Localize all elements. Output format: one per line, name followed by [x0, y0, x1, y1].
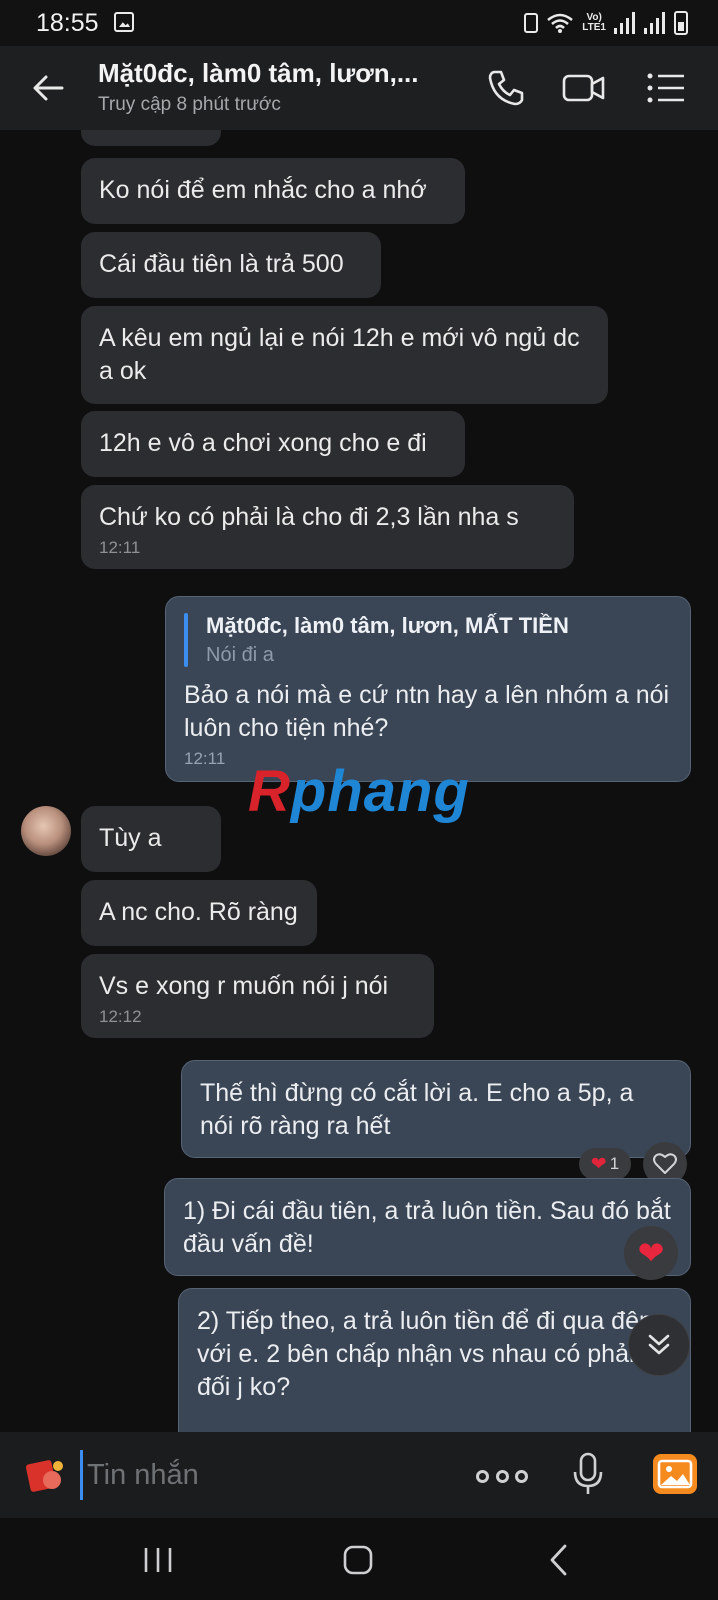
status-icons: Vo) LTE1: [524, 10, 688, 36]
message-bubble[interactable]: Thế thì đừng có cắt lời a. E cho a 5p, a…: [181, 1060, 691, 1158]
quoted-message[interactable]: Mặt0đc, làm0 tâm, lươn, MẤT TIỀN Nói đi …: [184, 611, 672, 669]
nfc-icon: [524, 13, 539, 33]
quoted-sender-name: Mặt0đc, làm0 tâm, lươn, MẤT TIỀN: [206, 613, 569, 638]
message-bubble[interactable]: Cái đầu tiên là trả 500: [81, 232, 381, 298]
microphone-icon[interactable]: [570, 1452, 606, 1496]
message-text: 2) Tiếp theo, a trả luôn tiền để đi qua …: [197, 1307, 660, 1401]
message-bubble-partial[interactable]: [81, 130, 221, 146]
dot-icon: [495, 1469, 509, 1483]
message-bubble[interactable]: Ko nói để em nhắc cho a nhớ: [81, 158, 465, 224]
message-bubble[interactable]: 2) Tiếp theo, a trả luôn tiền để đi qua …: [178, 1288, 691, 1432]
watermark-first: R: [248, 759, 291, 824]
message-time: 12:11: [99, 538, 141, 557]
message-text: 1) Đi cái đầu tiên, a trả luôn tiền. Sau…: [183, 1197, 671, 1258]
chat-title[interactable]: Mặt0đc, làm0 tâm, lươn,...: [98, 58, 419, 89]
home-icon[interactable]: [338, 1540, 378, 1580]
message-text: Tùy a: [99, 824, 162, 852]
chat-header: Mặt0đc, làm0 tâm, lươn,... Truy cập 8 ph…: [0, 46, 718, 130]
heart-icon: ❤: [590, 1153, 607, 1175]
watermark-rest: phang: [290, 759, 470, 824]
message-bubble[interactable]: 1) Đi cái đầu tiên, a trả luôn tiền. Sau…: [164, 1178, 691, 1276]
menu-list-icon[interactable]: [644, 66, 688, 110]
sticker-icon[interactable]: [24, 1454, 66, 1496]
battery-icon: [674, 11, 688, 35]
avatar[interactable]: [21, 806, 71, 856]
double-chevron-down-icon: [648, 1334, 670, 1355]
wifi-icon: [547, 13, 574, 33]
back-arrow-icon[interactable]: [28, 68, 68, 108]
reaction-summary[interactable]: ❤ 1: [579, 1148, 631, 1180]
lte-label: LTE1: [582, 22, 606, 33]
signal-2-icon: [644, 12, 666, 34]
more-options-button[interactable]: [476, 1456, 528, 1496]
image-icon: [657, 1459, 693, 1489]
dot-icon: [476, 1469, 489, 1483]
message-bubble[interactable]: Chứ ko có phải là cho đi 2,3 lần nha s 1…: [81, 485, 574, 569]
status-bar: 18:55 Vo) LTE1: [0, 0, 718, 46]
heart-reaction-icon[interactable]: ❤: [624, 1226, 678, 1280]
video-call-icon[interactable]: [562, 66, 606, 110]
message-bubble[interactable]: Tùy a: [81, 806, 221, 872]
last-seen-status: Truy cập 8 phút trước: [98, 94, 281, 115]
back-nav-icon[interactable]: [540, 1540, 580, 1580]
message-composer: [0, 1432, 718, 1518]
watermark-logo: Rphang: [248, 758, 470, 825]
message-time: 12:12: [99, 1007, 142, 1026]
system-nav-bar: [0, 1518, 718, 1600]
message-text: Cái đầu tiên là trả 500: [99, 250, 344, 278]
message-text: 12h e vô a chơi xong cho e đi: [99, 429, 427, 457]
heart-outline-icon: [653, 1153, 677, 1174]
message-bubble[interactable]: Vs e xong r muốn nói j nói 12:12: [81, 954, 434, 1038]
message-input[interactable]: [80, 1450, 440, 1500]
message-text: Vs e xong r muốn nói j nói: [99, 972, 389, 1000]
message-bubble[interactable]: 12h e vô a chơi xong cho e đi: [81, 411, 465, 477]
quoted-text: Nói đi a: [206, 644, 274, 666]
message-bubble[interactable]: A nc cho. Rõ ràng: [81, 880, 317, 946]
message-list[interactable]: Ko nói để em nhắc cho a nhớ Cái đầu tiên…: [0, 130, 718, 1432]
message-text: Ko nói để em nhắc cho a nhớ: [99, 176, 427, 204]
signal-icon: [614, 12, 636, 34]
message-text: Chứ ko có phải là cho đi 2,3 lần nha s: [99, 503, 519, 531]
scroll-to-bottom-button[interactable]: [628, 1314, 690, 1376]
gallery-notification-icon: [114, 12, 134, 32]
reaction-count: 1: [609, 1154, 620, 1173]
message-text: A nc cho. Rõ ràng: [99, 898, 298, 926]
message-bubble-reply[interactable]: Mặt0đc, làm0 tâm, lươn, MẤT TIỀN Nói đi …: [165, 596, 691, 782]
message-text: A kêu em ngủ lại e nói 12h e mới vô ngủ …: [99, 324, 580, 385]
phone-call-icon[interactable]: [484, 66, 528, 110]
gallery-button[interactable]: [653, 1454, 697, 1494]
dot-icon: [515, 1469, 528, 1483]
recent-apps-icon[interactable]: [138, 1540, 178, 1580]
volte-indicator: Vo) LTE1: [582, 13, 606, 33]
message-bubble[interactable]: A kêu em ngủ lại e nói 12h e mới vô ngủ …: [81, 306, 608, 404]
status-time: 18:55: [36, 9, 99, 37]
message-text: Bảo a nói mà e cứ ntn hay a lên nhóm a n…: [184, 681, 670, 742]
message-text: Thế thì đừng có cắt lời a. E cho a 5p, a…: [200, 1079, 634, 1140]
